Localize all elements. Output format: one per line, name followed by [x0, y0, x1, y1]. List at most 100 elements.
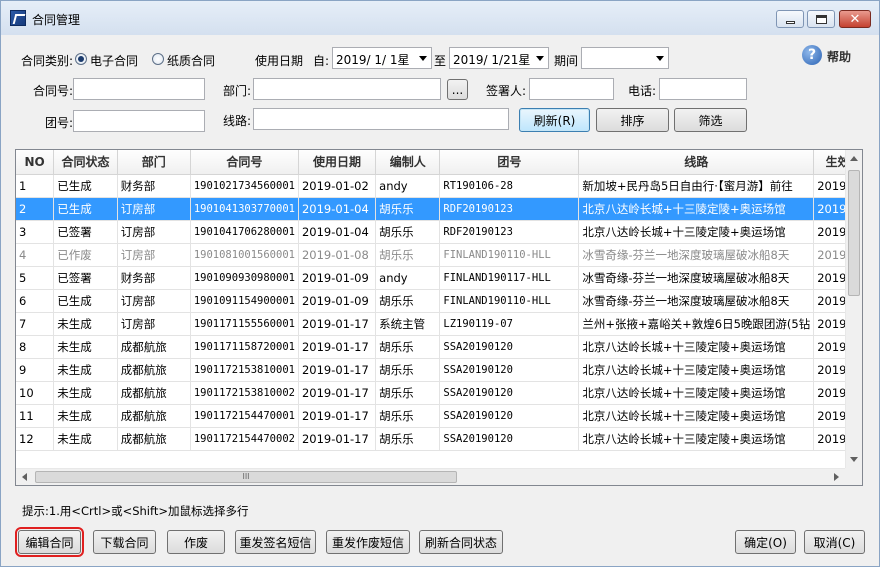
paper-contract-label[interactable]: 纸质合同: [167, 52, 215, 69]
electronic-contract-radio[interactable]: [75, 53, 87, 65]
period-label: 期间: [554, 54, 579, 68]
minimize-button[interactable]: [776, 10, 804, 28]
refresh-contract-status-button[interactable]: 刷新合同状态: [419, 530, 503, 554]
vertical-scrollbar[interactable]: [845, 150, 862, 468]
table-cell: 胡乐乐: [375, 427, 441, 451]
contract-no-input[interactable]: [73, 78, 205, 100]
table-cell: FINLAND190110-HLL: [439, 243, 580, 267]
cancel-button[interactable]: 取消(C): [804, 530, 865, 554]
table-cell: 2019-01-17: [298, 427, 377, 451]
table-row[interactable]: 11 未生成 成都航旅 1901172154470001 2019-01-17 胡乐乐 SS…: [16, 404, 862, 428]
edit-contract-button[interactable]: 编辑合同: [15, 527, 84, 557]
paper-contract-radio[interactable]: [152, 53, 164, 65]
from-date-picker[interactable]: 2019/ 1/ 1星: [332, 47, 432, 69]
table-cell: 北京八达岭长城+十三陵定陵+奥运场馆: [578, 220, 815, 244]
filter-button[interactable]: 筛选: [674, 108, 747, 132]
column-header[interactable]: 线路: [578, 150, 815, 175]
table-row[interactable]: 2 已生成 订房部 1901041303770001 2019-01-04 胡乐乐 RDF2…: [16, 197, 862, 221]
table-cell: 2: [16, 197, 55, 221]
table-cell: 北京八达岭长城+十三陵定陵+奥运场馆: [578, 381, 815, 405]
table-row[interactable]: 3 已签署 订房部 1901041706280001 2019-01-04 胡乐乐 RDF2…: [16, 220, 862, 244]
table-row[interactable]: 12 未生成 成都航旅 1901172154470002 2019-01-17 胡乐乐 SS…: [16, 427, 862, 451]
table-cell: SSA20190120: [439, 358, 580, 382]
table-row[interactable]: 8 未生成 成都航旅 1901171158720001 2019-01-17 胡乐乐 SSA…: [16, 335, 862, 359]
window-title: 合同管理: [32, 13, 81, 27]
download-contract-button[interactable]: 下载合同: [93, 530, 156, 554]
table-cell: LZ190119-07: [439, 312, 580, 336]
period-select[interactable]: [581, 47, 669, 69]
table-row[interactable]: 7 未生成 订房部 1901171155560001 2019-01-17 系统主管 LZ1…: [16, 312, 862, 336]
from-label: 自:: [313, 54, 330, 68]
table-cell: 2019-01-17: [298, 404, 377, 428]
table-cell: 1901172154470001: [190, 404, 299, 428]
phone-input[interactable]: [659, 78, 747, 100]
table-row[interactable]: 1 已生成 财务部 1901021734560001 2019-01-02 andy RT1…: [16, 174, 862, 198]
resend-void-sms-button[interactable]: 重发作废短信: [326, 530, 410, 554]
table-row[interactable]: 6 已生成 订房部 1901091154900001 2019-01-09 胡乐乐 FINL…: [16, 289, 862, 313]
contract-table[interactable]: NO 合同状态 部门 合同号 使用日期 编制人 团号 线路 生效 1 已生成 财务部 19010217…: [15, 149, 863, 486]
to-date-picker[interactable]: 2019/ 1/21星: [449, 47, 549, 69]
department-browse-button[interactable]: ...: [447, 79, 468, 100]
table-cell: 新加坡+民丹岛5日自由行·【蜜月游】前往: [578, 174, 815, 198]
column-header[interactable]: 使用日期: [298, 150, 377, 175]
horizontal-scrollbar[interactable]: III: [16, 468, 845, 485]
sort-button[interactable]: 排序: [596, 108, 669, 132]
table-cell: 已生成: [53, 289, 118, 313]
maximize-button[interactable]: [807, 10, 835, 28]
scroll-down-icon[interactable]: [850, 457, 858, 462]
void-button[interactable]: 作废: [167, 530, 225, 554]
group-no-input[interactable]: [73, 110, 205, 132]
column-header[interactable]: 团号: [439, 150, 580, 175]
table-cell: 2019-01-17: [298, 381, 377, 405]
table-cell: 财务部: [117, 174, 191, 198]
table-row[interactable]: 9 未生成 成都航旅 1901172153810001 2019-01-17 胡乐乐 SSA…: [16, 358, 862, 382]
resend-sign-sms-button[interactable]: 重发签名短信: [235, 530, 316, 554]
table-cell: 4: [16, 243, 55, 267]
signer-input[interactable]: [529, 78, 614, 100]
electronic-contract-label[interactable]: 电子合同: [90, 52, 138, 69]
app-icon: [10, 10, 26, 26]
table-cell: 胡乐乐: [375, 197, 441, 221]
table-cell: 胡乐乐: [375, 358, 441, 382]
table-cell: 2019-01-02: [298, 174, 377, 198]
table-cell: 订房部: [117, 243, 191, 267]
scroll-right-icon[interactable]: [834, 473, 839, 481]
column-header[interactable]: 部门: [117, 150, 191, 175]
department-input[interactable]: [253, 78, 441, 100]
scroll-left-icon[interactable]: [22, 473, 27, 481]
help-link[interactable]: 帮助: [827, 48, 851, 65]
close-button[interactable]: ✕: [839, 10, 871, 28]
column-header[interactable]: 合同号: [190, 150, 299, 175]
help-icon[interactable]: ?: [802, 45, 822, 65]
table-cell: 已生成: [53, 174, 118, 198]
table-cell: 未生成: [53, 381, 118, 405]
table-cell: 12: [16, 427, 55, 451]
ok-button[interactable]: 确定(O): [735, 530, 796, 554]
table-cell: 成都航旅: [117, 427, 191, 451]
vertical-scroll-thumb[interactable]: [848, 170, 860, 296]
table-row[interactable]: 10 未生成 成都航旅 1901172153810002 2019-01-17 胡乐乐 SS…: [16, 381, 862, 405]
column-header[interactable]: NO: [16, 150, 55, 175]
column-header[interactable]: 编制人: [375, 150, 441, 175]
contract-type-label: 合同类别:: [21, 54, 74, 68]
table-cell: RDF20190123: [439, 197, 580, 221]
horizontal-scroll-thumb[interactable]: III: [35, 471, 457, 483]
table-cell: andy: [375, 174, 441, 198]
scroll-up-icon[interactable]: [850, 156, 858, 161]
table-cell: 北京八达岭长城+十三陵定陵+奥运场馆: [578, 197, 815, 221]
table-cell: 成都航旅: [117, 404, 191, 428]
table-cell: 3: [16, 220, 55, 244]
refresh-button[interactable]: 刷新(R): [519, 108, 590, 132]
phone-label: 电话:: [628, 84, 657, 98]
table-row[interactable]: 4 已作废 订房部 1901081001560001 2019-01-08 胡乐乐 FINL…: [16, 243, 862, 267]
table-cell: 冰雪奇缘-芬兰一地深度玻璃屋破冰船8天: [578, 266, 815, 290]
table-cell: andy: [375, 266, 441, 290]
column-header[interactable]: 合同状态: [53, 150, 118, 175]
table-cell: 胡乐乐: [375, 220, 441, 244]
table-cell: 冰雪奇缘-芬兰一地深度玻璃屋破冰船8天: [578, 243, 815, 267]
table-row[interactable]: 5 已签署 财务部 1901090930980001 2019-01-09 andy FIN…: [16, 266, 862, 290]
table-cell: 系统主管: [375, 312, 441, 336]
signer-label: 签署人:: [486, 84, 527, 98]
route-input[interactable]: [253, 108, 509, 130]
table-cell: 1901171155560001: [190, 312, 299, 336]
